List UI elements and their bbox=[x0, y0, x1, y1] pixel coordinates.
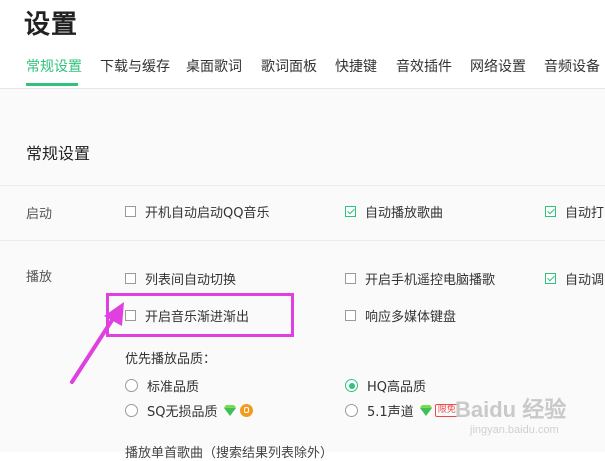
checkbox-box[interactable] bbox=[545, 206, 556, 217]
playback-label: 播放 bbox=[26, 270, 53, 285]
option-label: 自动调 bbox=[565, 273, 605, 288]
watermark: Baidu 经验 bbox=[455, 397, 567, 422]
quality-hq-radio[interactable]: HQ高品质 bbox=[345, 376, 426, 395]
quality-standard-radio[interactable]: 标准品质 bbox=[125, 376, 199, 395]
option-label: HQ高品质 bbox=[367, 380, 427, 395]
option-label: 5.1声道 bbox=[367, 405, 414, 420]
checkbox-box[interactable] bbox=[125, 206, 136, 217]
divider bbox=[0, 240, 605, 241]
divider bbox=[0, 185, 605, 186]
orange-badge-icon bbox=[239, 404, 253, 417]
auto-adjust-checkbox[interactable]: 自动调 bbox=[545, 269, 604, 288]
checkbox-box[interactable] bbox=[125, 273, 136, 284]
startup-label: 启动 bbox=[26, 207, 53, 222]
auto-open-checkbox[interactable]: 自动打 bbox=[545, 202, 604, 221]
option-label: 开启手机遥控电脑播歌 bbox=[365, 273, 496, 288]
option-label: 响应多媒体键盘 bbox=[365, 310, 457, 325]
option-label: 开机自动启动QQ音乐 bbox=[145, 206, 270, 221]
media-keyboard-checkbox[interactable]: 响应多媒体键盘 bbox=[345, 306, 456, 325]
watermark-url: jingyan.baidu.com bbox=[470, 424, 559, 436]
checkbox-box[interactable] bbox=[345, 310, 356, 321]
green-diamond-icon bbox=[223, 405, 236, 416]
autoplay-checkbox[interactable]: 自动播放歌曲 bbox=[345, 202, 443, 221]
checkbox-box[interactable] bbox=[345, 273, 356, 284]
settings-header: 设置 常规设置 下载与缓存 桌面歌词 歌词面板 快捷键 音效插件 网络设置 音频… bbox=[0, 0, 605, 89]
tab-sound-plugins[interactable]: 音效插件 bbox=[396, 56, 452, 76]
active-tab-indicator bbox=[26, 83, 78, 86]
settings-tabs: 常规设置 下载与缓存 桌面歌词 歌词面板 快捷键 音效插件 网络设置 音频设备 bbox=[0, 56, 605, 88]
option-label: 自动播放歌曲 bbox=[365, 206, 444, 221]
option-label: 标准品质 bbox=[147, 380, 200, 395]
tab-audio-device[interactable]: 音频设备 bbox=[544, 56, 600, 76]
checkbox-box[interactable] bbox=[545, 273, 556, 284]
checkbox-box[interactable] bbox=[345, 206, 356, 217]
option-label: SQ无损品质 bbox=[147, 405, 218, 420]
tab-general[interactable]: 常规设置 bbox=[26, 56, 82, 76]
option-label: 列表间自动切换 bbox=[145, 273, 237, 288]
radio-circle[interactable] bbox=[345, 379, 358, 392]
tab-network[interactable]: 网络设置 bbox=[470, 56, 526, 76]
autostart-checkbox[interactable]: 开机自动启动QQ音乐 bbox=[125, 202, 269, 221]
quality-51-radio[interactable]: 5.1声道 限免 bbox=[345, 401, 459, 420]
tab-lyrics-panel[interactable]: 歌词面板 bbox=[261, 56, 317, 76]
tab-shortcuts[interactable]: 快捷键 bbox=[335, 56, 377, 76]
quality-heading: 优先播放品质： bbox=[125, 352, 217, 367]
green-diamond-icon bbox=[419, 405, 432, 416]
phone-remote-checkbox[interactable]: 开启手机遥控电脑播歌 bbox=[345, 269, 495, 288]
page-title: 设置 bbox=[24, 10, 79, 40]
list-auto-switch-checkbox[interactable]: 列表间自动切换 bbox=[125, 269, 236, 288]
tab-download-cache[interactable]: 下载与缓存 bbox=[100, 56, 170, 76]
option-label: 自动打 bbox=[565, 206, 605, 221]
section-title: 常规设置 bbox=[26, 144, 91, 163]
radio-circle[interactable] bbox=[345, 404, 358, 417]
highlight-box bbox=[106, 293, 294, 337]
annotation-arrow-icon bbox=[70, 302, 124, 384]
quality-sq-radio[interactable]: SQ无损品质 bbox=[125, 401, 253, 420]
radio-circle[interactable] bbox=[125, 404, 138, 417]
tab-desktop-lyrics[interactable]: 桌面歌词 bbox=[186, 56, 242, 76]
